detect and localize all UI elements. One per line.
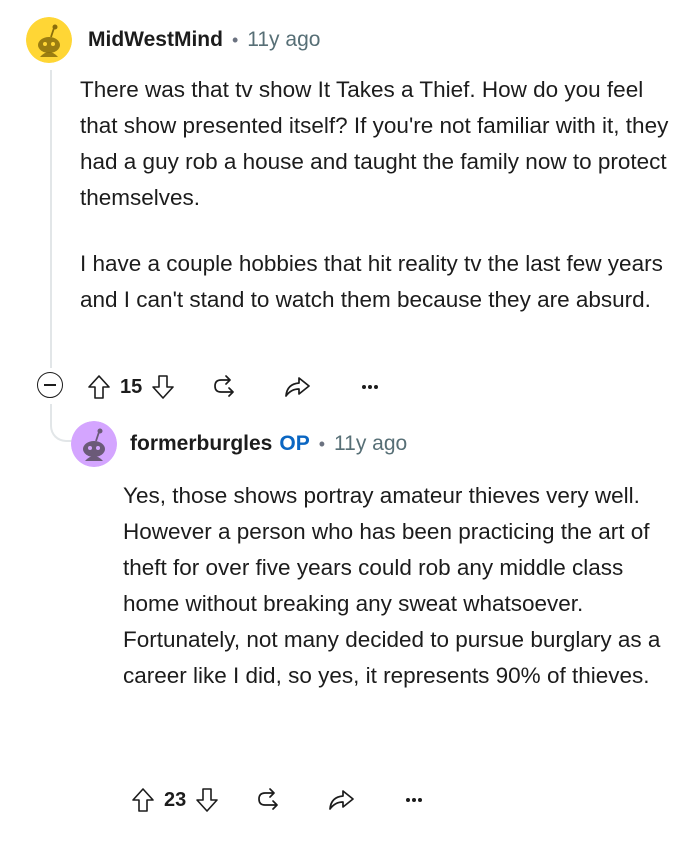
op-badge: OP	[279, 432, 310, 455]
share-icon[interactable]	[326, 786, 356, 814]
thread-elbow	[50, 404, 74, 442]
share-icon[interactable]	[282, 373, 312, 401]
comment-body: Yes, those shows portray amateur thieves…	[123, 478, 671, 694]
upvote-icon[interactable]	[86, 373, 112, 401]
vote-count: 23	[164, 788, 187, 811]
username[interactable]: formerburgles	[130, 432, 272, 456]
comment-paragraph: Yes, those shows portray amateur thieves…	[123, 483, 661, 688]
downvote-icon[interactable]	[194, 786, 220, 814]
comment-actions: 23	[130, 780, 424, 820]
snoo-avatar-icon	[71, 421, 117, 467]
vote-count: 15	[120, 375, 143, 398]
username[interactable]: MidWestMind	[88, 28, 223, 52]
upvote-icon[interactable]	[130, 786, 156, 814]
avatar[interactable]	[71, 421, 117, 467]
comment-paragraph: I have a couple hobbies that hit reality…	[80, 251, 663, 312]
comment-meta: formerburgles OP • 11y ago	[130, 432, 407, 456]
comment-paragraph: There was that tv show It Takes a Thief.…	[80, 77, 669, 210]
timestamp[interactable]: 11y ago	[334, 432, 407, 456]
comment-body: There was that tv show It Takes a Thief.…	[80, 72, 670, 318]
separator: •	[231, 29, 239, 50]
avatar[interactable]	[26, 17, 72, 63]
collapse-thread-button[interactable]	[37, 372, 63, 398]
award-icon[interactable]	[254, 786, 284, 814]
comment-actions: 15	[86, 367, 380, 407]
award-icon[interactable]	[210, 373, 240, 401]
snoo-avatar-icon	[26, 17, 72, 63]
separator: •	[318, 433, 326, 454]
thread-line	[50, 70, 52, 368]
more-icon[interactable]	[360, 382, 380, 392]
more-icon[interactable]	[404, 795, 424, 805]
comment-meta: MidWestMind • 11y ago	[88, 28, 320, 52]
downvote-icon[interactable]	[150, 373, 176, 401]
timestamp[interactable]: 11y ago	[247, 28, 320, 52]
